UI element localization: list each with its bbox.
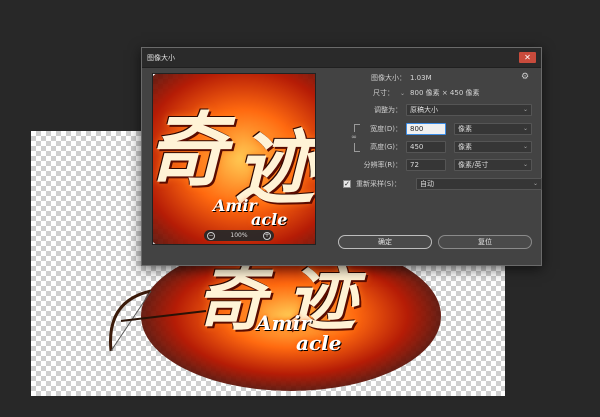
- chevron-down-icon: ⌄: [532, 180, 538, 187]
- image-size-row: 图像大小： 1.03M: [342, 73, 432, 83]
- close-icon[interactable]: ✕: [519, 52, 536, 63]
- height-unit-value: 像素: [458, 143, 472, 151]
- resolution-input[interactable]: 72: [406, 159, 446, 171]
- zoom-out-icon[interactable]: −: [207, 231, 215, 240]
- zoom-bar: − 100% +: [204, 230, 274, 241]
- bow-illustration: [109, 289, 207, 352]
- dimensions-label: 尺寸：: [373, 89, 394, 97]
- width-unit-select[interactable]: 像素 ⌄: [454, 123, 532, 135]
- image-preview[interactable]: 奇 迹 Amir acle − 100% +: [152, 73, 316, 245]
- chevron-down-icon: ⌄: [522, 125, 528, 132]
- resample-row: ✓ 重新采样(S)： 自动 ⌄: [343, 178, 542, 190]
- resolution-unit-select[interactable]: 像素/英寸 ⌄: [454, 159, 532, 171]
- height-unit-select[interactable]: 像素 ⌄: [454, 141, 532, 153]
- reset-button[interactable]: 复位: [438, 235, 532, 249]
- width-label: 宽度(D)：: [370, 125, 402, 133]
- resample-value: 自动: [420, 180, 434, 188]
- chevron-down-icon: ⌄: [522, 143, 528, 150]
- preview-char-1: 奇: [152, 103, 227, 197]
- fit-to-label: 调整为：: [374, 106, 402, 114]
- preview-latin-2: acle: [251, 210, 288, 229]
- dialog-titlebar[interactable]: 图像大小 ✕: [142, 48, 541, 68]
- image-size-value: 1.03M: [410, 74, 432, 82]
- dimensions-chevron-icon[interactable]: ⌄: [400, 90, 405, 97]
- zoom-level: 100%: [230, 232, 248, 239]
- resample-select[interactable]: 自动 ⌄: [416, 178, 542, 190]
- fit-to-row: 调整为： 原稿大小 ⌄: [342, 104, 532, 116]
- height-row: 高度(G)： 450 像素 ⌄: [342, 141, 532, 153]
- zoom-in-icon[interactable]: +: [263, 231, 271, 240]
- resample-checkbox[interactable]: ✓: [343, 180, 351, 188]
- height-label: 高度(G)：: [370, 143, 402, 151]
- artwork-latin-2: acle: [296, 331, 342, 355]
- image-size-dialog: 图像大小 ✕ 奇 迹 Amir acle − 100% + 图像大小： 1.03…: [141, 47, 542, 266]
- settings-gear-icon[interactable]: ⚙: [521, 72, 529, 82]
- width-input[interactable]: 800: [406, 123, 446, 135]
- fit-to-select[interactable]: 原稿大小 ⌄: [406, 104, 532, 116]
- dimensions-value: 800 像素 × 450 像素: [410, 89, 480, 97]
- image-size-label: 图像大小：: [371, 74, 406, 82]
- dialog-title: 图像大小: [147, 53, 175, 62]
- chevron-down-icon: ⌄: [522, 106, 528, 113]
- chevron-down-icon: ⌄: [522, 161, 528, 168]
- fit-to-value: 原稿大小: [410, 106, 438, 114]
- width-row: 宽度(D)： 800 像素 ⌄: [342, 123, 532, 135]
- resolution-unit-value: 像素/英寸: [458, 161, 489, 169]
- width-unit-value: 像素: [458, 125, 472, 133]
- resolution-row: 分辨率(R)： 72 像素/英寸 ⌄: [342, 159, 532, 171]
- ok-button[interactable]: 确定: [338, 235, 432, 249]
- height-input[interactable]: 450: [406, 141, 446, 153]
- resample-label: 重新采样(S)：: [356, 180, 401, 188]
- resolution-label: 分辨率(R)：: [363, 161, 402, 169]
- dimensions-row: 尺寸： ⌄ 800 像素 × 450 像素: [342, 88, 480, 98]
